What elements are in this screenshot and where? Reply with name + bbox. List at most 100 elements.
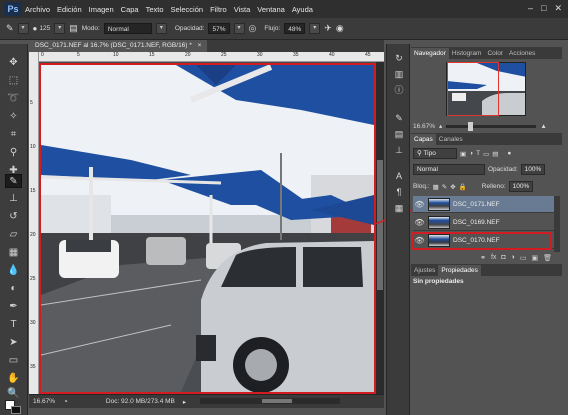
zoom-tool-icon[interactable]: 🔍 xyxy=(5,387,22,401)
menu-vista[interactable]: Vista xyxy=(234,5,251,14)
brush-panel-icon[interactable]: ▤ xyxy=(69,23,78,34)
navigator-view-frame[interactable] xyxy=(447,62,499,116)
zoom-slider-knob[interactable] xyxy=(468,121,474,131)
crop-tool-icon[interactable]: ⌗ xyxy=(5,128,22,142)
new-layer-icon[interactable]: ▣ xyxy=(531,254,538,262)
opacity-dropdown[interactable]: ▾ xyxy=(233,23,245,34)
shape-tool-icon[interactable]: ▭ xyxy=(5,354,22,368)
menu-ventana[interactable]: Ventana xyxy=(257,5,285,14)
filter-shape-icon[interactable]: ▭ xyxy=(483,150,489,158)
hand-tool-icon[interactable]: ✋ xyxy=(5,372,22,386)
gradient-tool-icon[interactable]: ▦ xyxy=(5,246,22,260)
status-zoom[interactable]: 16.67% xyxy=(33,398,55,405)
filter-smart-icon[interactable]: ▤ xyxy=(492,150,498,158)
brush-picker-dropdown[interactable]: ▾ xyxy=(54,23,66,34)
filter-pixel-icon[interactable]: ▣ xyxy=(460,150,466,158)
document-tab[interactable]: DSC_0171.NEF al 16.7% (DSC_0171.NEF, RGB… xyxy=(29,40,208,52)
filter-toggle-icon[interactable]: ● xyxy=(507,150,511,157)
add-mask-icon[interactable]: ◘ xyxy=(501,254,505,261)
flow-input[interactable]: 48% xyxy=(284,23,306,34)
eraser-tool-icon[interactable]: ▱ xyxy=(5,228,22,242)
lock-image-icon[interactable]: ✎ xyxy=(442,183,447,191)
document-photo[interactable] xyxy=(39,63,376,394)
horizontal-scrollbar-thumb[interactable] xyxy=(262,399,292,403)
lock-position-icon[interactable]: ✥ xyxy=(450,183,455,191)
tool-preset-dropdown[interactable]: ▾ xyxy=(17,23,29,34)
history-panel-icon[interactable]: ↻ xyxy=(392,52,406,65)
menu-filtro[interactable]: Filtro xyxy=(210,5,227,14)
tab-ajustes[interactable]: Ajustes xyxy=(411,265,438,276)
type-tool-icon[interactable]: T xyxy=(5,318,22,332)
mode-dropdown[interactable]: ▾ xyxy=(155,23,167,34)
brush-size[interactable]: 125 xyxy=(39,25,50,32)
new-group-icon[interactable]: ▭ xyxy=(520,254,527,262)
fill-input[interactable]: 100% xyxy=(508,181,534,192)
zoom-slider[interactable] xyxy=(446,121,537,131)
lock-all-icon[interactable]: 🔒 xyxy=(459,183,467,191)
zoom-out-icon[interactable]: ▴ xyxy=(439,122,442,130)
properties-panel-icon[interactable]: ▥ xyxy=(392,68,406,81)
history-brush-tool-icon[interactable]: ↺ xyxy=(5,210,22,224)
layer-filter-select[interactable]: ⚲ Tipo xyxy=(413,148,457,159)
visibility-eye-icon[interactable]: 👁 xyxy=(413,218,426,227)
tab-capas[interactable]: Capas xyxy=(411,134,436,145)
lock-transparency-icon[interactable]: ▦ xyxy=(433,183,439,191)
layer-name[interactable]: DSC_0169.NEF xyxy=(453,219,500,226)
swatches-panel-icon[interactable]: ▦ xyxy=(392,202,406,215)
adjustment-layer-icon[interactable]: ◑ xyxy=(511,254,515,261)
link-layers-icon[interactable]: ⚭ xyxy=(480,254,486,262)
filter-adjust-icon[interactable]: ◑ xyxy=(469,150,473,157)
clone-stamp-tool-icon[interactable]: ⊥ xyxy=(5,192,22,206)
status-arrow-icon[interactable]: ▸ xyxy=(183,398,186,406)
tab-color[interactable]: Color xyxy=(484,48,506,59)
background-color-swatch[interactable] xyxy=(11,406,21,414)
dodge-tool-icon[interactable]: ◐ xyxy=(5,282,22,296)
menu-capa[interactable]: Capa xyxy=(121,5,139,14)
opacity-input[interactable]: 57% xyxy=(208,23,230,34)
menu-texto[interactable]: Texto xyxy=(146,5,164,14)
brush-panel-icon[interactable]: ✎ xyxy=(392,112,406,125)
menu-edicion[interactable]: Edición xyxy=(57,5,82,14)
minimize-button[interactable]: – xyxy=(528,3,533,14)
pen-tool-icon[interactable]: ✒ xyxy=(5,300,22,314)
status-info-icon[interactable]: ◔ xyxy=(63,397,68,406)
path-selection-tool-icon[interactable]: ➤ xyxy=(5,336,22,350)
pressure-size-icon[interactable]: ◉ xyxy=(336,23,344,34)
zoom-in-icon[interactable]: ▲ xyxy=(540,123,546,130)
layer-opacity-input[interactable]: 100% xyxy=(520,164,546,175)
menu-imagen[interactable]: Imagen xyxy=(89,5,114,14)
blend-mode-select[interactable]: Normal xyxy=(413,164,485,175)
layers-scrollbar[interactable] xyxy=(554,196,560,252)
layer-style-icon[interactable]: fx xyxy=(491,254,496,261)
tab-propiedades[interactable]: Propiedades xyxy=(438,265,481,276)
tab-acciones[interactable]: Acciones xyxy=(506,48,538,59)
layer-row[interactable]: 👁 DSC_0169.NEF xyxy=(413,214,554,231)
layer-row[interactable]: 👁 DSC_0171.NEF xyxy=(413,196,554,213)
filter-type-icon[interactable]: T xyxy=(476,150,480,157)
tab-navegador[interactable]: Navegador xyxy=(411,48,449,59)
close-document-icon[interactable]: × xyxy=(198,42,202,49)
eyedropper-tool-icon[interactable]: ⚲ xyxy=(5,146,22,160)
paragraph-panel-icon[interactable]: ¶ xyxy=(392,186,406,199)
brush-tool-icon[interactable]: ✎ xyxy=(6,23,14,34)
marquee-tool-icon[interactable]: ⬚ xyxy=(5,74,22,88)
menu-seleccion[interactable]: Selección xyxy=(171,5,204,14)
close-window-button[interactable]: ✕ xyxy=(554,3,562,14)
pressure-opacity-icon[interactable]: ◎ xyxy=(249,23,257,34)
tab-canales[interactable]: Canales xyxy=(436,134,466,145)
mode-select[interactable]: Normal xyxy=(103,23,152,34)
move-tool-icon[interactable]: ✥ xyxy=(5,56,22,70)
delete-layer-icon[interactable]: 🗑 xyxy=(543,254,552,262)
clone-source-icon[interactable]: ⊥ xyxy=(392,144,406,157)
menu-archivo[interactable]: Archivo xyxy=(25,5,50,14)
tab-histogram[interactable]: Histogram xyxy=(449,48,485,59)
maximize-button[interactable]: □ xyxy=(541,3,546,14)
visibility-eye-icon[interactable]: 👁 xyxy=(413,200,426,209)
layer-name[interactable]: DSC_0171.NEF xyxy=(453,201,500,208)
flow-dropdown[interactable]: ▾ xyxy=(309,23,321,34)
brush-presets-icon[interactable]: ▤ xyxy=(392,128,406,141)
airbrush-icon[interactable]: ✈ xyxy=(324,23,332,34)
lasso-tool-icon[interactable]: ➰ xyxy=(5,92,22,106)
info-panel-icon[interactable]: ⓘ xyxy=(392,84,406,97)
blur-tool-icon[interactable]: 💧 xyxy=(5,264,22,278)
